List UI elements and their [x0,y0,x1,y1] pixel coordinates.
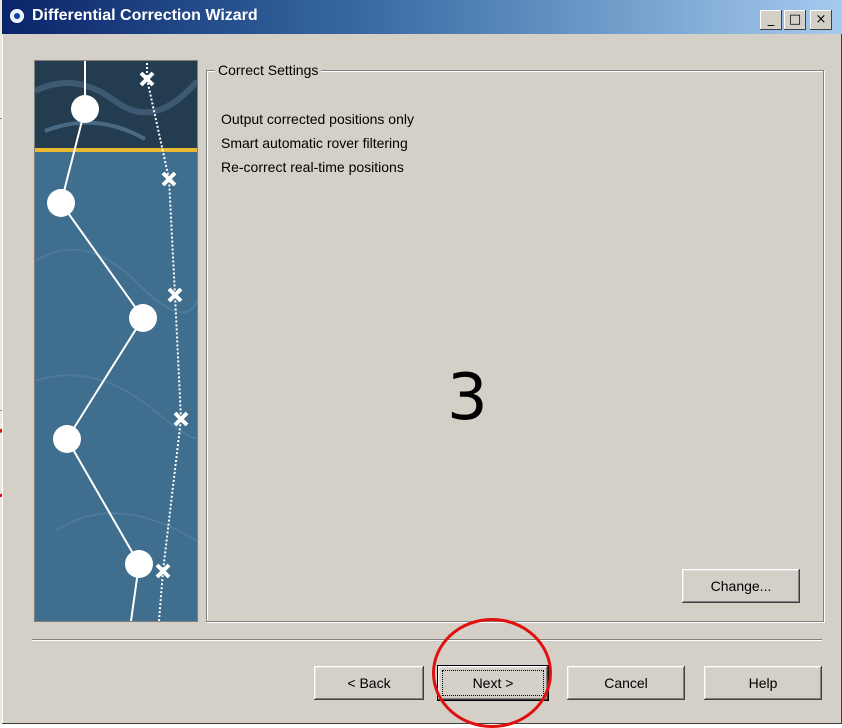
setting-item: Re-correct real-time positions [221,159,404,175]
change-button[interactable]: Change... [682,569,800,603]
cancel-button-label: Cancel [604,675,648,691]
settings-list: Output corrected positions only Smart au… [221,109,414,181]
close-icon: × [815,12,827,27]
help-button-label: Help [748,675,778,691]
setting-item: Output corrected positions only [221,111,414,127]
cancel-button[interactable]: Cancel [567,666,685,700]
minimize-icon: _ [767,12,775,27]
maximize-icon: □ [788,12,802,27]
maximize-button[interactable]: □ [784,10,806,30]
footer-separator [32,639,822,641]
back-button[interactable]: < Back [314,666,424,700]
step-number-overlay: 3 [447,361,488,435]
help-button[interactable]: Help [704,666,822,700]
window-title: Differential Correction Wizard [32,7,258,24]
wizard-side-image [34,60,198,622]
app-icon [10,9,24,23]
group-title: Correct Settings [215,62,322,78]
setting-item: Smart automatic rover filtering [221,135,408,151]
title-bar[interactable]: Differential Correction Wizard _ □ × [2,0,842,34]
minimize-button[interactable]: _ [760,10,782,30]
correct-settings-group: Correct Settings Output corrected positi… [206,62,824,622]
close-button[interactable]: × [810,10,832,30]
back-button-label: < Back [347,675,391,691]
annotation-circle-next [432,618,552,728]
wizard-dialog: Differential Correction Wizard _ □ × Cor… [2,0,842,728]
gps-track-illustration [35,61,197,621]
